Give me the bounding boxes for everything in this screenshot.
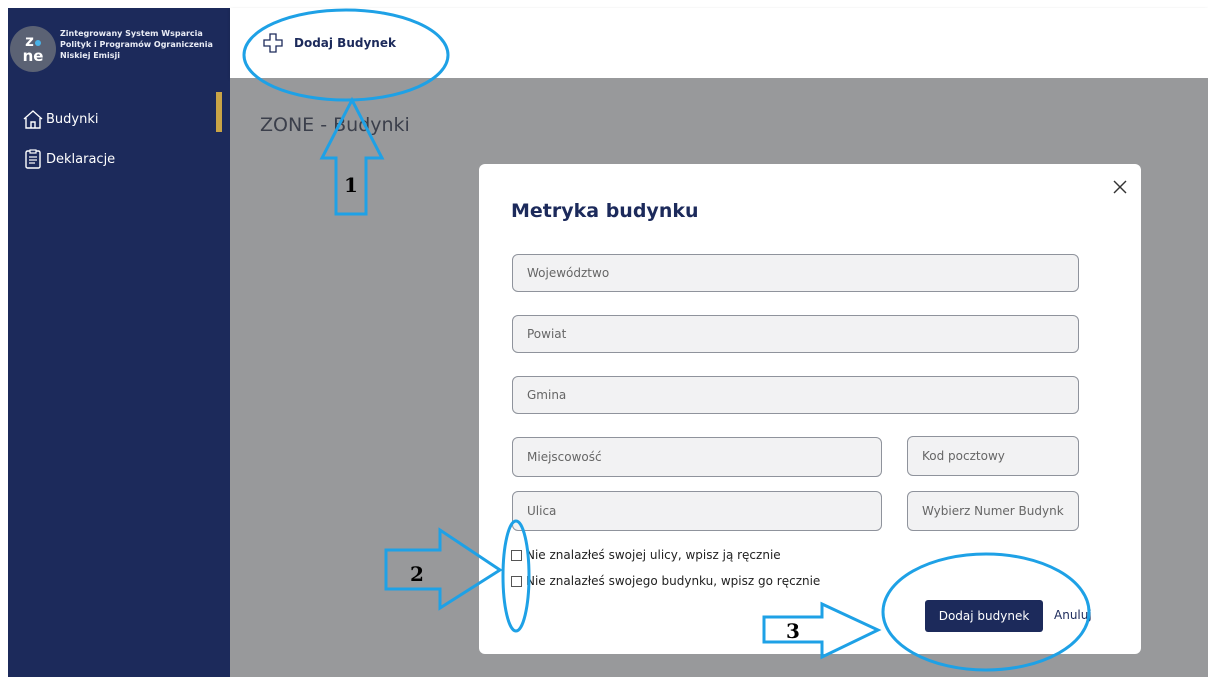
- sidebar-item-label: Budynki: [46, 111, 99, 127]
- building-metadata-modal: Metryka budynku Nie znalazłeś swojej uli…: [479, 164, 1141, 654]
- modal-title: Metryka budynku: [511, 200, 699, 222]
- cancel-link[interactable]: Anuluj: [1054, 608, 1092, 622]
- postal-code-field[interactable]: [907, 436, 1079, 476]
- clipboard-icon: [25, 149, 41, 169]
- home-icon: [23, 110, 43, 129]
- gmina-field[interactable]: [512, 376, 1079, 414]
- manual-street-checkbox[interactable]: [511, 549, 522, 561]
- wojewodztwo-field[interactable]: [512, 254, 1079, 292]
- submit-building-button[interactable]: Dodaj budynek: [925, 600, 1043, 632]
- powiat-field[interactable]: [512, 315, 1079, 353]
- manual-building-checkbox[interactable]: [511, 575, 522, 587]
- building-number-field[interactable]: [907, 491, 1079, 531]
- close-icon[interactable]: [1111, 178, 1129, 196]
- manual-street-label: Nie znalazłeś swojej ulicy, wpisz ją ręc…: [526, 548, 781, 562]
- logo-text-bottom: ne: [22, 47, 44, 65]
- manual-street-checkbox-row[interactable]: Nie znalazłeś swojej ulicy, wpisz ją ręc…: [511, 548, 781, 562]
- add-building-button[interactable]: Dodaj Budynek: [262, 30, 396, 56]
- brand-title: Zintegrowany System Wsparcia Polityk i P…: [60, 29, 213, 60]
- add-building-label: Dodaj Budynek: [294, 36, 396, 50]
- manual-building-checkbox-row[interactable]: Nie znalazłeś swojego budynku, wpisz go …: [511, 574, 820, 588]
- sidebar: z ne Zintegrowany System Wsparcia Polity…: [8, 8, 230, 677]
- step-2-label: 2: [410, 562, 424, 586]
- top-bar: Dodaj Budynek: [230, 8, 1208, 78]
- miejscowosc-field[interactable]: [512, 437, 882, 477]
- sidebar-item-budynki[interactable]: Budynki: [22, 108, 98, 130]
- plus-icon: [263, 33, 283, 53]
- page-title: ZONE - Budynki: [260, 114, 410, 136]
- step-3-label: 3: [786, 619, 800, 643]
- logo-dot: [34, 40, 41, 46]
- sidebar-item-deklaracje[interactable]: Deklaracje: [22, 148, 115, 170]
- sidebar-item-label: Deklaracje: [46, 151, 116, 167]
- manual-building-label: Nie znalazłeś swojego budynku, wpisz go …: [526, 574, 821, 588]
- brand: z ne Zintegrowany System Wsparcia Polity…: [10, 26, 226, 76]
- zone-logo: z ne: [10, 26, 56, 72]
- ulica-field[interactable]: [512, 491, 882, 531]
- step-1-label: 1: [344, 173, 358, 197]
- sidebar-active-indicator: [216, 92, 222, 132]
